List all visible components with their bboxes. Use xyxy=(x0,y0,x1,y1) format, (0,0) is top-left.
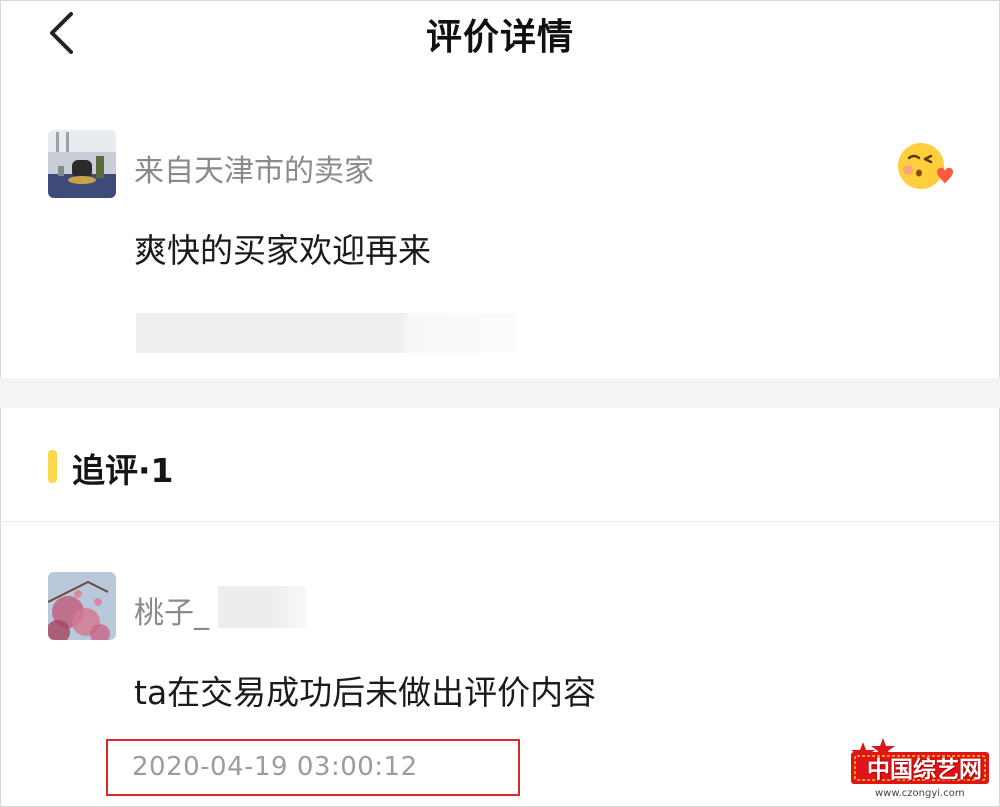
page-title: 评价详情 xyxy=(425,17,574,58)
section-accent-bar xyxy=(48,450,57,483)
follow-up-user-avatar[interactable] xyxy=(48,572,116,640)
follow-up-section-title: 追评·1 xyxy=(72,451,174,490)
watermark-url: www.czongyi.com xyxy=(875,788,965,799)
blurred-info xyxy=(136,313,516,353)
nav-header: 评价详情 xyxy=(0,0,1000,70)
kiss-emoji-icon xyxy=(897,140,953,192)
follow-up-content: ta在交易成功后未做出评价内容 xyxy=(134,673,597,712)
site-watermark: 中国综艺网 www.czongyi.com xyxy=(845,738,995,804)
watermark-brand: 中国综艺网 xyxy=(867,757,982,783)
blurred-username xyxy=(218,586,306,628)
follow-up-user-name: 桃子_ xyxy=(134,596,209,631)
divider-line xyxy=(0,521,1000,522)
seller-name: 来自天津市的卖家 xyxy=(134,154,374,189)
seller-avatar[interactable] xyxy=(48,130,116,198)
follow-up-timestamp: 2020-04-19 03:00:12 xyxy=(132,752,418,782)
section-divider xyxy=(0,378,1000,408)
review-content: 爽快的买家欢迎再来 xyxy=(134,231,431,270)
